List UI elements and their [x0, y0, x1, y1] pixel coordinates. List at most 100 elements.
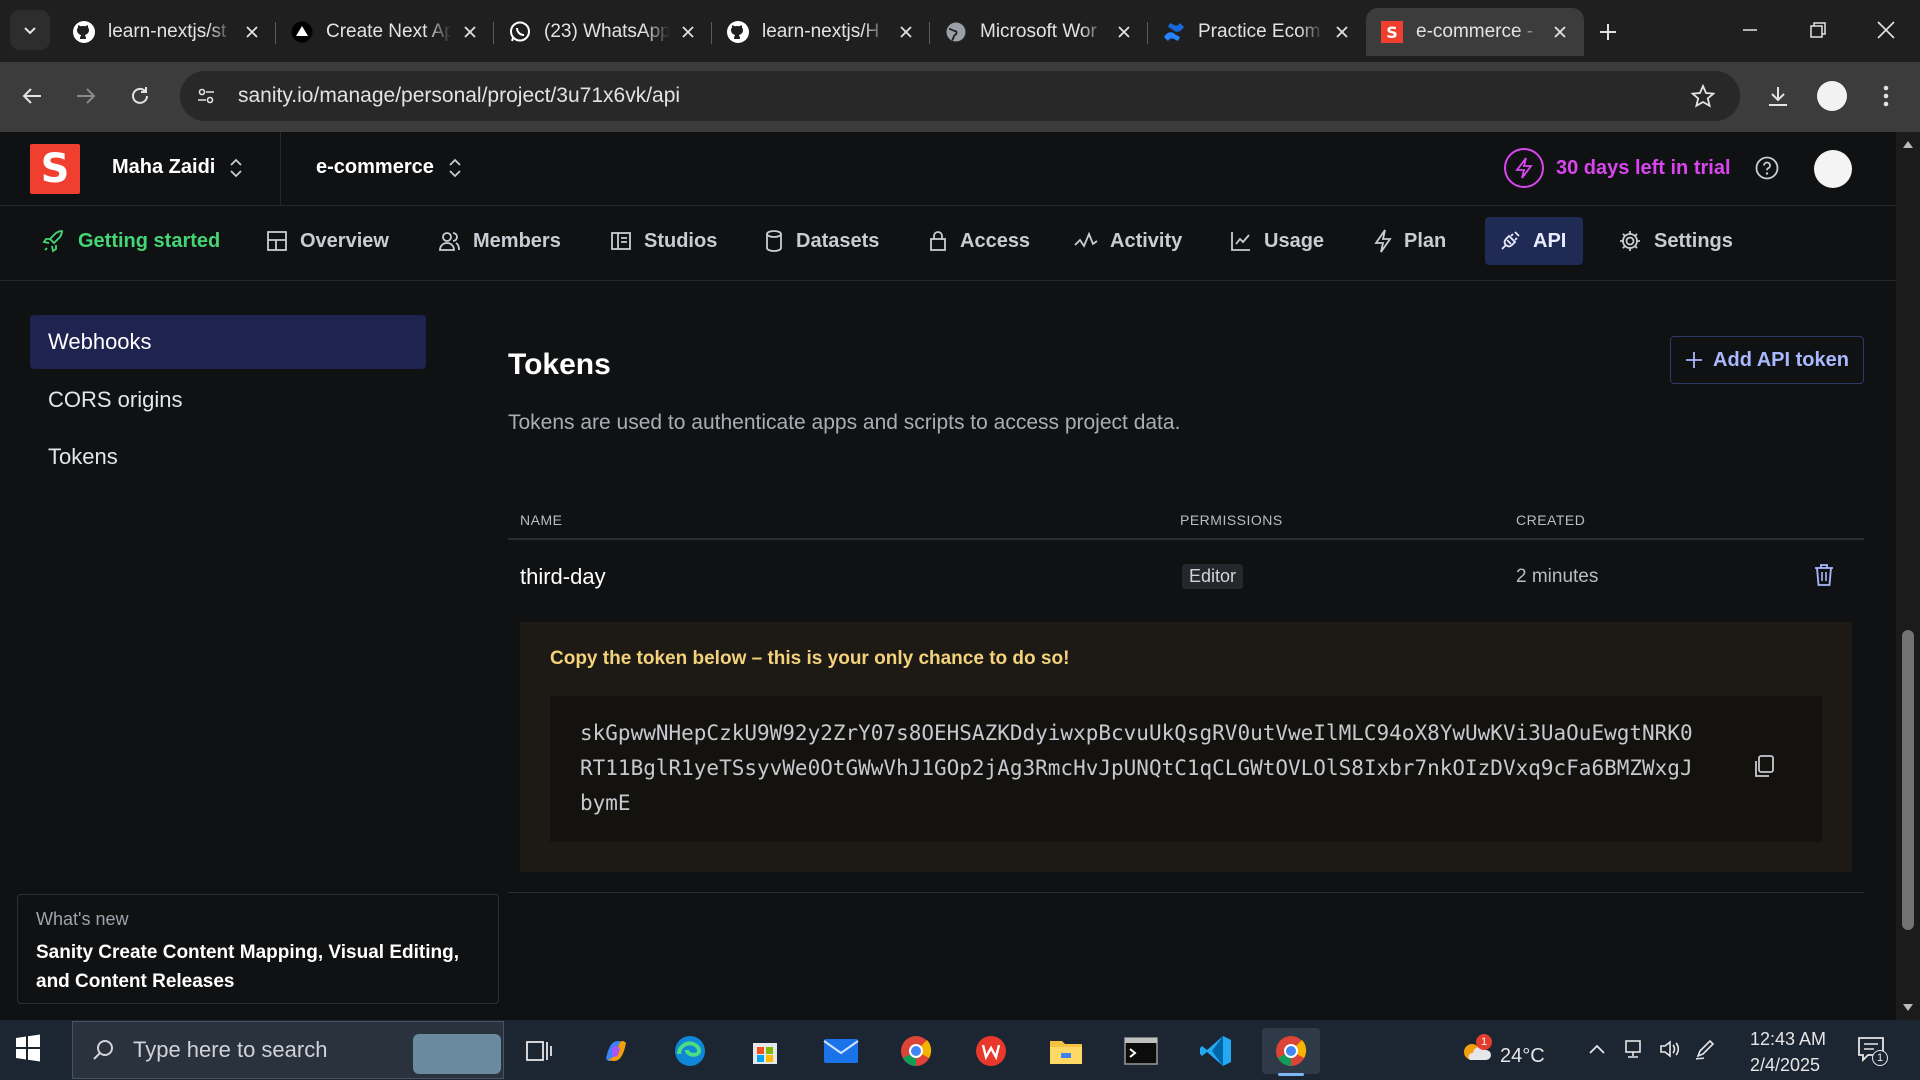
tab-label: Access	[960, 229, 1031, 252]
database-icon	[766, 230, 782, 252]
close-icon[interactable]	[242, 22, 262, 42]
studio-icon	[611, 232, 631, 250]
sidebar-item-webhooks[interactable]: Webhooks	[30, 315, 426, 369]
task-view-button[interactable]	[510, 1028, 568, 1074]
chrome-app-active[interactable]	[1262, 1028, 1320, 1076]
browser-tab[interactable]: (23) WhatsApp	[494, 8, 712, 56]
close-icon[interactable]	[896, 22, 916, 42]
gear-icon	[1620, 231, 1640, 251]
plug-icon	[1501, 231, 1520, 250]
tab-datasets[interactable]: Datasets	[750, 217, 893, 265]
network-icon[interactable]	[1622, 1038, 1644, 1060]
browser-menu-button[interactable]	[1866, 76, 1906, 116]
close-window-button[interactable]	[1852, 0, 1920, 60]
address-bar[interactable]: sanity.io/manage/personal/project/3u71x6…	[180, 71, 1740, 121]
tab-members[interactable]: Members	[423, 217, 575, 265]
mail-app[interactable]	[812, 1028, 870, 1074]
tab-getting-started[interactable]: Getting started	[28, 217, 234, 265]
new-tab-button[interactable]	[1584, 8, 1632, 56]
new-token-panel: Copy the token below – this is your only…	[520, 622, 1852, 872]
notification-center-button[interactable]: 1	[1856, 1034, 1888, 1069]
file-explorer-app[interactable]	[1037, 1028, 1095, 1074]
weather-widget[interactable]: 1 24°C	[1460, 1034, 1545, 1074]
sanity-manage-page: S Maha Zaidi e-commerce 30 days left in …	[0, 132, 1896, 1020]
taskbar-search[interactable]: Type here to search	[72, 1021, 504, 1079]
clock[interactable]: 12:43 AM 2/4/2025	[1750, 1026, 1826, 1078]
header-divider	[280, 132, 281, 206]
page-scrollbar[interactable]	[1896, 132, 1920, 1020]
temperature-text: 24°C	[1500, 1044, 1545, 1067]
close-icon[interactable]	[460, 22, 480, 42]
sanity-logo[interactable]: S	[30, 144, 80, 194]
edge-app[interactable]	[661, 1028, 719, 1074]
confluence-icon	[1162, 20, 1186, 44]
delete-token-button[interactable]	[1812, 562, 1836, 593]
chevron-up-icon[interactable]	[1586, 1038, 1608, 1060]
start-button[interactable]	[14, 1034, 42, 1067]
plus-icon	[1686, 352, 1703, 368]
plus-icon	[1600, 24, 1616, 40]
trash-icon	[1815, 564, 1833, 586]
download-icon	[1769, 87, 1787, 106]
whats-new-card[interactable]: What's new Sanity Create Content Mapping…	[17, 894, 499, 1004]
terminal-icon	[1124, 1037, 1158, 1065]
browser-tab[interactable]: learn-nextjs/H	[712, 8, 930, 56]
vscode-app[interactable]	[1187, 1028, 1245, 1074]
sidebar-item-label: CORS origins	[48, 387, 183, 412]
sidebar-item-tokens[interactable]: Tokens	[30, 430, 426, 484]
chrome-app[interactable]	[887, 1028, 945, 1074]
tab-overview[interactable]: Overview	[252, 217, 403, 265]
tab-plan[interactable]: Plan	[1360, 217, 1460, 265]
terminal-app[interactable]	[1112, 1028, 1170, 1074]
tab-activity[interactable]: Activity	[1060, 217, 1196, 265]
copy-token-button[interactable]	[1752, 754, 1776, 785]
close-icon[interactable]	[1114, 22, 1134, 42]
site-info-icon[interactable]	[186, 76, 226, 116]
chrome-icon	[901, 1036, 932, 1066]
close-icon[interactable]	[678, 22, 698, 42]
pen-icon[interactable]	[1694, 1038, 1716, 1060]
help-button[interactable]	[1753, 154, 1781, 187]
tab-api[interactable]: API	[1485, 217, 1583, 265]
tab-label: Overview	[300, 229, 389, 252]
browser-tab-active[interactable]: S e-commerce -	[1366, 8, 1584, 56]
back-button[interactable]	[12, 76, 52, 116]
bookmark-button[interactable]	[1683, 76, 1723, 116]
user-avatar[interactable]	[1814, 150, 1852, 188]
close-icon[interactable]	[1550, 22, 1570, 42]
forward-button[interactable]	[66, 76, 106, 116]
trial-badge[interactable]: 30 days left in trial	[1504, 148, 1731, 188]
downloads-button[interactable]	[1758, 76, 1798, 116]
copilot-app[interactable]	[587, 1028, 645, 1074]
browser-tab[interactable]: Create Next Ap	[276, 8, 494, 56]
store-app[interactable]	[736, 1028, 794, 1074]
browser-tab[interactable]: learn-nextjs/st	[58, 8, 276, 56]
restore-icon	[1810, 22, 1826, 38]
notification-count: 1	[1872, 1050, 1888, 1066]
tab-access[interactable]: Access	[914, 217, 1044, 265]
add-api-token-button[interactable]: Add API token	[1670, 336, 1864, 384]
reload-button[interactable]	[120, 76, 160, 116]
minimize-button[interactable]	[1716, 0, 1784, 60]
tab-title: learn-nextjs/H	[762, 21, 880, 42]
wps-app[interactable]	[962, 1028, 1020, 1074]
sidebar-item-cors-origins[interactable]: CORS origins	[30, 373, 426, 427]
token-value[interactable]: skGpwwNHepCzkU9W92y2ZrY07s8OEHSAZKDdyiwx…	[580, 716, 1700, 821]
profile-button[interactable]	[1812, 76, 1852, 116]
browser-tab[interactable]: Practice Ecom	[1148, 8, 1366, 56]
token-created: 2 minutes	[1516, 566, 1599, 587]
project-switcher[interactable]: e-commerce	[316, 156, 462, 179]
tab-title: Microsoft Wor	[980, 21, 1097, 42]
tab-settings[interactable]: Settings	[1604, 217, 1747, 265]
tab-search-button[interactable]	[10, 10, 50, 50]
restore-button[interactable]	[1784, 0, 1852, 60]
scroll-thumb[interactable]	[1902, 630, 1914, 930]
close-icon[interactable]	[1332, 22, 1352, 42]
org-switcher[interactable]: Maha Zaidi	[112, 156, 243, 179]
volume-icon[interactable]	[1658, 1038, 1680, 1060]
browser-tab[interactable]: Microsoft Wor	[930, 8, 1148, 56]
tab-usage[interactable]: Usage	[1216, 217, 1338, 265]
tab-studios[interactable]: Studios	[596, 217, 731, 265]
tab-label: Settings	[1654, 229, 1733, 252]
scroll-down-icon	[1903, 1004, 1913, 1011]
